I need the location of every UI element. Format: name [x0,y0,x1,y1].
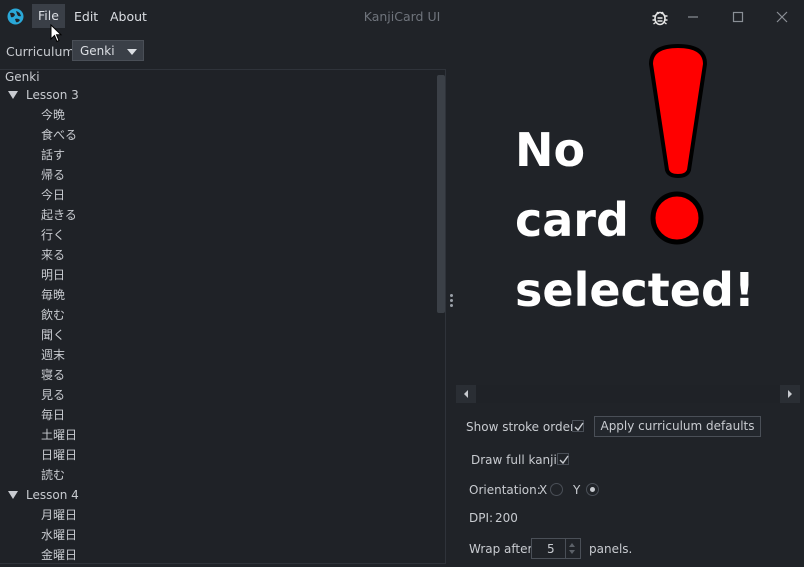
tree-item[interactable]: 読む [41,465,65,485]
full-kanji-checkbox[interactable] [557,453,569,465]
tree-item[interactable]: 食べる [41,125,77,145]
tree-item[interactable]: 月曜日 [41,505,77,525]
tree-item[interactable]: 水曜日 [41,525,77,545]
apply-curriculum-defaults-button[interactable]: Apply curriculum defaults [594,416,761,437]
preview-hscrollbar[interactable] [456,385,800,403]
tree-item[interactable]: 起きる [41,205,77,225]
maximize-icon[interactable] [727,6,749,28]
bug-icon[interactable] [651,8,669,26]
curriculum-select-value: Genki [80,44,115,58]
check-icon [559,455,569,465]
tree-item[interactable]: 話す [41,145,65,165]
wrap-value: 5 [547,542,555,556]
orientation-y-label: Y [573,483,581,497]
close-icon[interactable] [771,6,793,28]
stroke-order-checkbox[interactable] [572,420,584,432]
tree-item[interactable]: 行く [41,225,65,245]
no-card-line-3: selected! [515,263,755,317]
chevron-up-icon[interactable] [569,543,575,547]
orientation-x-radio[interactable] [550,483,563,496]
chevron-down-icon[interactable] [569,550,575,554]
expand-triangle-icon[interactable] [8,490,18,499]
full-kanji-label: Draw full kanji? [471,453,564,467]
orientation-y-radio[interactable] [586,483,599,496]
tree-item[interactable]: 土曜日 [41,425,77,445]
stroke-order-label: Show stroke order? [466,420,582,434]
wrap-label: Wrap after [469,542,533,556]
tree-lesson-label: Lesson 3 [26,88,79,102]
exclamation-icon [648,43,708,245]
tree-item[interactable]: 見る [41,385,65,405]
mouse-cursor-icon [50,24,63,43]
tree-lesson-2[interactable]: Lesson 4 [8,485,79,505]
tree-item[interactable]: 金曜日 [41,545,77,563]
tree-item[interactable]: 日曜日 [41,445,77,465]
spinbox-arrows[interactable] [565,539,580,558]
tree-item[interactable]: 飲む [41,305,65,325]
chevron-right-icon [788,390,792,398]
tree-lesson-1[interactable]: Lesson 3 [8,85,79,105]
chevron-down-icon [127,49,137,55]
check-icon [574,422,584,432]
scroll-right-button[interactable] [780,385,800,403]
tree-item[interactable]: 今日 [41,185,65,205]
tree-item[interactable]: 今晩 [41,105,65,125]
minimize-icon[interactable] [682,6,704,28]
tree-item[interactable]: 毎日 [41,405,65,425]
curriculum-label: Curriculum [6,44,75,59]
splitter-handle[interactable] [450,294,453,308]
wrap-spinbox[interactable]: 5 [531,538,581,559]
tree-scrollbar[interactable] [437,75,445,313]
tree-lesson-label: Lesson 4 [26,488,79,502]
dpi-value: 200 [495,511,518,525]
no-card-line-2: card [515,193,629,247]
expand-triangle-icon[interactable] [8,90,18,99]
wrap-suffix-label: panels. [589,542,633,556]
no-card-message: No card selected! [515,115,755,325]
tree-item[interactable]: 帰る [41,165,65,185]
tree-root-genki[interactable]: Genki [5,70,40,84]
tree-item[interactable]: 明日 [41,265,65,285]
scroll-left-button[interactable] [456,385,476,403]
lesson-tree[interactable]: Genki Lesson 3 今晩 食べる 話す 帰る 今日 起きる 行く 来る 明日 毎晩 飲む 聞く… [0,69,446,564]
tree-item[interactable]: 週末 [41,345,65,365]
chevron-left-icon [464,390,468,398]
tree-item[interactable]: 来る [41,245,65,265]
tree-item[interactable]: 寝る [41,365,65,385]
no-card-line-1: No [515,123,586,177]
orientation-x-label: X [539,483,548,497]
tree-item[interactable]: 毎晩 [41,285,65,305]
dpi-label: DPI: [469,511,494,525]
curriculum-select[interactable]: Genki [72,40,144,61]
tree-item[interactable]: 聞く [41,325,65,345]
title-bar: File Edit About KanjiCard UI [0,0,804,43]
orientation-label: Orientation: [469,483,541,497]
